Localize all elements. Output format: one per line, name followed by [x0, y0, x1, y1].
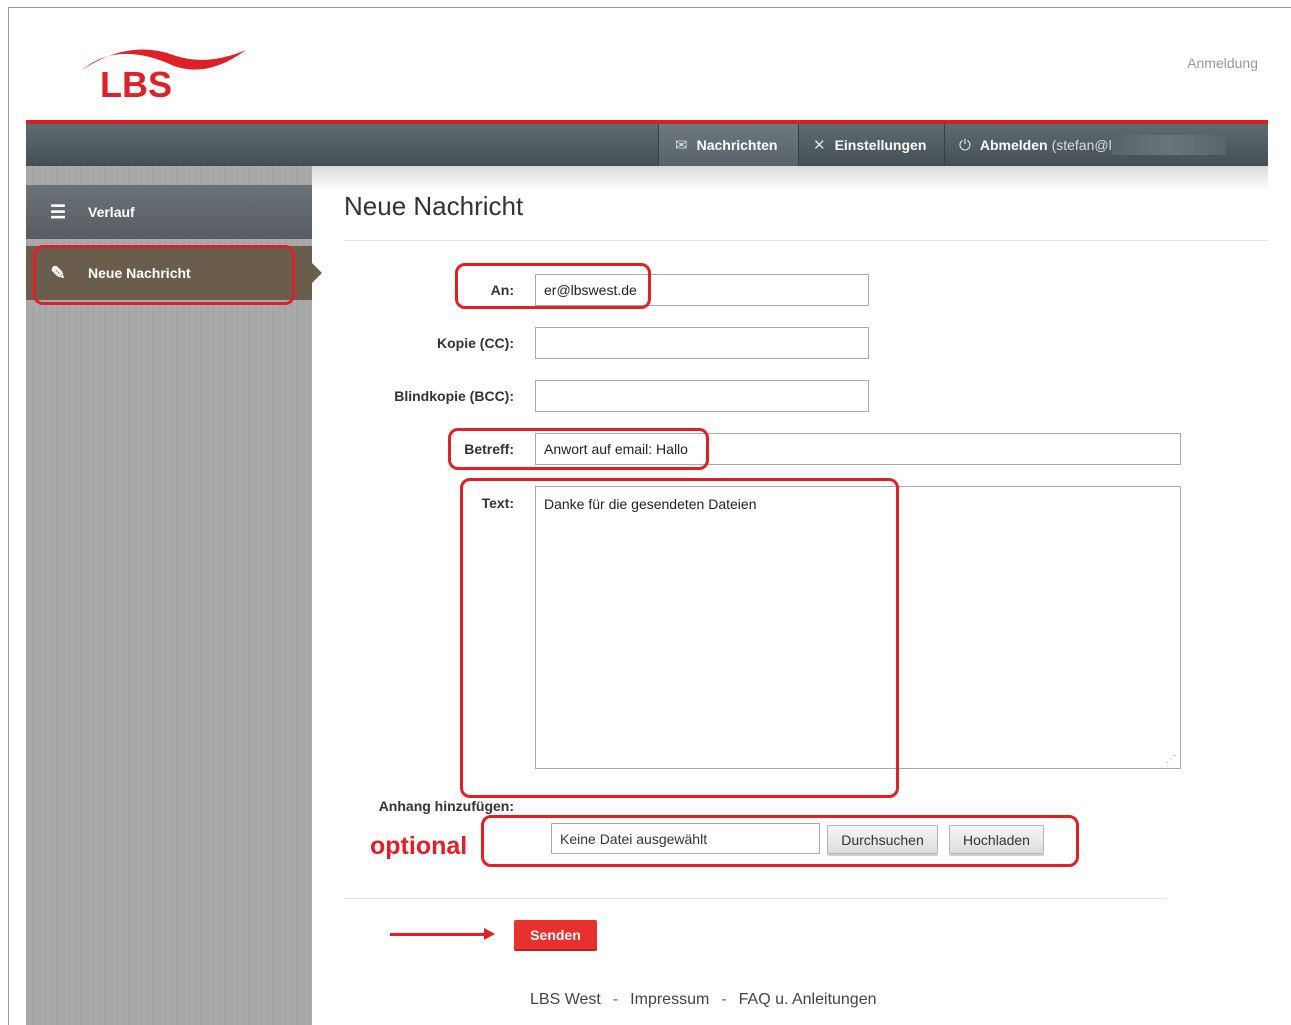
footer: LBS West - Impressum - FAQ u. Anleitunge… — [530, 991, 877, 1009]
nav-messages[interactable]: ✉ Nachrichten — [658, 124, 798, 166]
send-button[interactable]: Senden — [514, 920, 597, 949]
form-bottom-divider — [344, 898, 1166, 899]
lbs-logo[interactable]: LBS — [78, 44, 250, 105]
login-link[interactable]: Anmeldung — [1187, 55, 1258, 71]
bcc-label: Blindkopie (BCC): — [394, 388, 514, 404]
footer-link-lbs-west[interactable]: LBS West — [530, 991, 601, 1009]
redacted-username — [1111, 135, 1226, 155]
annotation-text — [460, 478, 899, 798]
annotation-subject — [448, 428, 709, 470]
bcc-field[interactable] — [535, 380, 869, 412]
cc-field[interactable] — [535, 327, 869, 359]
annotation-attachment — [481, 815, 1079, 867]
envelope-icon: ✉ — [675, 137, 688, 154]
title-divider — [344, 240, 1268, 241]
nav-logout-label: Abmelden — [979, 137, 1048, 153]
window-frame-left — [8, 7, 9, 1025]
nav-messages-label: Nachrichten — [696, 137, 778, 153]
power-icon: ⏻ — [959, 136, 971, 154]
annotation-to — [455, 263, 651, 309]
nav-logout[interactable]: ⏻ Abmelden (stefan@l — [944, 124, 1230, 166]
tools-icon: ✕ — [813, 137, 826, 154]
content-top-shade — [312, 166, 1268, 190]
footer-separator: - — [721, 991, 727, 1008]
sidebar-item-verlauf[interactable]: ☰ Verlauf — [26, 185, 312, 239]
page-title: Neue Nachricht — [344, 191, 524, 221]
top-navbar: ✉ Nachrichten ✕ Einstellungen ⏻ Abmelden… — [26, 124, 1268, 166]
footer-link-impressum[interactable]: Impressum — [630, 991, 709, 1009]
sidebar-item-label: Verlauf — [88, 204, 135, 220]
annotation-optional-text: optional — [370, 832, 468, 860]
arrow-right-icon — [484, 928, 495, 940]
nav-settings[interactable]: ✕ Einstellungen — [798, 124, 944, 166]
footer-link-faq[interactable]: FAQ u. Anleitungen — [739, 991, 877, 1009]
annotation-sidebar-highlight — [33, 245, 295, 305]
annotation-arrow-line — [390, 933, 486, 936]
window-frame-top — [8, 7, 1291, 8]
logo-text: LBS — [100, 64, 172, 104]
nav-settings-label: Einstellungen — [834, 137, 927, 153]
attachment-label: Anhang hinzufügen: — [378, 798, 514, 814]
list-icon: ☰ — [49, 201, 67, 222]
logout-user: (stefan@l — [1051, 137, 1112, 153]
resize-handle-icon[interactable]: ⋰ — [1166, 754, 1176, 765]
footer-separator: - — [612, 991, 619, 1008]
cc-label: Kopie (CC): — [437, 335, 514, 351]
